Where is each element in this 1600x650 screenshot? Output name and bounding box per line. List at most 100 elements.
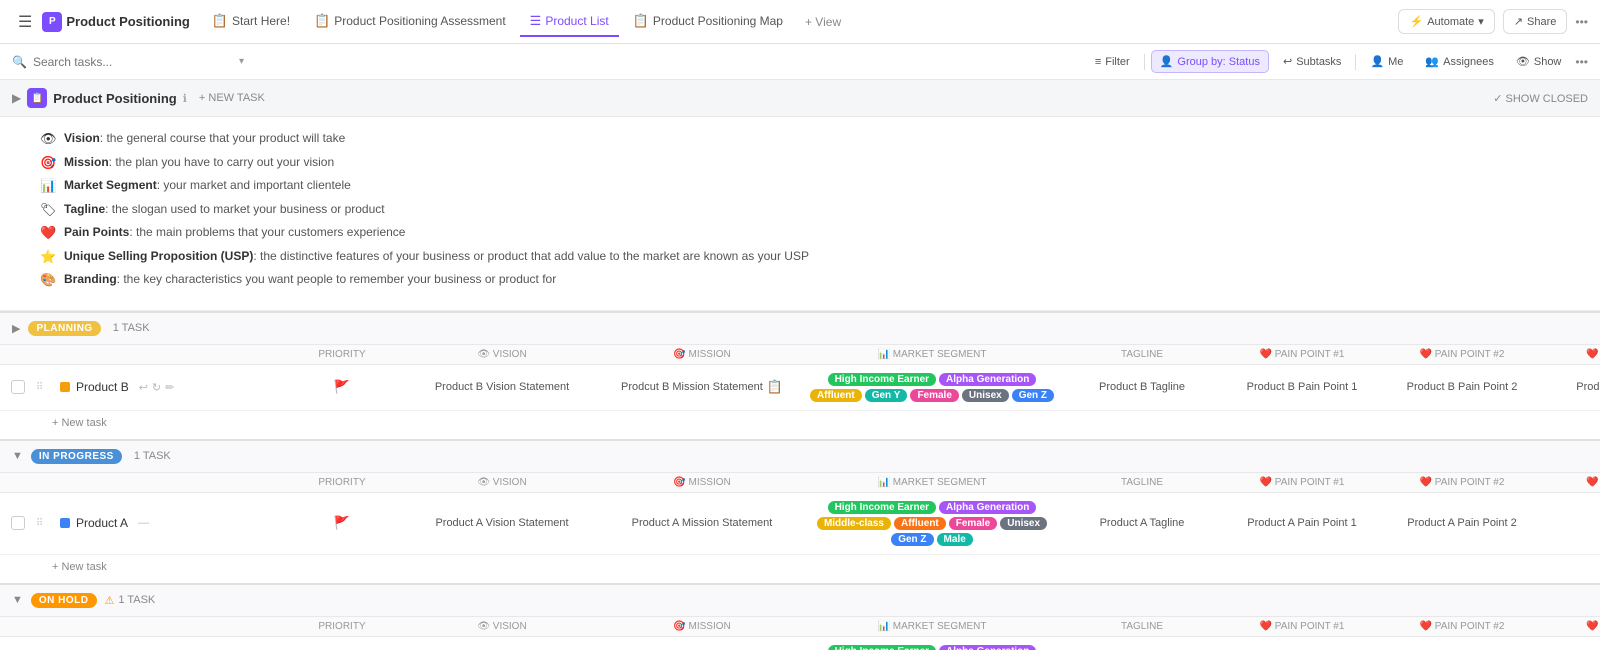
planning-task-count: 1 TASK [113,322,150,334]
subtasks-icon: ↩ [1283,55,1292,68]
task-pain2: Product B Pain Point 2 [1382,381,1542,393]
task-priority: 🚩 [282,379,402,395]
group-icon: 👤 [1160,55,1174,68]
tag-gen-z: Gen Z [891,533,933,546]
more-options-icon[interactable]: ••• [1575,15,1588,29]
inprogress-new-task[interactable]: + New task [0,555,1600,583]
share-button[interactable]: ↗ Share [1503,9,1568,34]
copy-icon[interactable]: 📋 [767,379,783,395]
project-section-title: Product Positioning [53,91,177,106]
tag-high-income: High Income Earner [828,645,936,650]
inprogress-group-header[interactable]: ▼ IN PROGRESS 1 TASK [0,439,1600,473]
inprogress-badge: IN PROGRESS [31,449,122,464]
search-input[interactable] [33,55,233,69]
planning-col-headers: PRIORITY 👁 VISION 🎯 MISSION 📊 MARKET SEG… [0,345,1600,365]
planning-group-header[interactable]: ▶ PLANNING 1 TASK [0,311,1600,345]
planning-group: ▶ PLANNING 1 TASK PRIORITY 👁 VISION 🎯 MI… [0,311,1600,439]
vision-icon: 👁 [40,129,58,149]
project-collapse-icon[interactable]: ▶ [12,91,21,105]
show-button[interactable]: 👁 Show [1508,51,1570,72]
toolbar-divider [1144,54,1145,70]
subtasks-button[interactable]: ↩ Subtasks [1275,51,1349,72]
filter-icon: ≡ [1095,56,1101,68]
search-caret-icon[interactable]: ▾ [239,56,244,67]
new-task-button[interactable]: + NEW TASK [199,92,265,104]
mission-icon: 🎯 [40,153,58,173]
task-drag-handle[interactable]: ⠿ [36,518,52,529]
assignees-button[interactable]: 👥 Assignees [1417,51,1501,72]
task-subtask-icon[interactable]: ↩ [139,381,148,394]
tag-female: Female [910,389,958,402]
share-icon: ↗ [1514,15,1523,28]
desc-branding: 🎨 Branding: the key characteristics you … [40,270,1580,290]
task-tagline: Product B Tagline [1062,381,1222,393]
tag-unisex: Unisex [962,389,1009,402]
tag-gen-y: Gen Y [865,389,908,402]
project-info-icon[interactable]: ℹ [183,92,187,105]
project-icon: 📋 [27,88,47,108]
task-color-indicator [60,518,70,528]
market-icon: 📊 [40,176,58,196]
me-icon: 👤 [1370,55,1384,68]
nav-right-actions: ⚡ Automate ▾ ↗ Share ••• [1398,9,1588,34]
automate-button[interactable]: ⚡ Automate ▾ [1398,9,1494,34]
project-section-header: ▶ 📋 Product Positioning ℹ + NEW TASK ✓ S… [0,80,1600,117]
planning-collapse-icon[interactable]: ▶ [12,322,20,335]
tab-start-icon: 📋 [212,13,228,29]
task-reload-icon[interactable]: ↻ [152,381,161,394]
desc-market: 📊 Market Segment: your market and import… [40,176,1580,196]
add-view-button[interactable]: + View [797,9,849,35]
task-relation-icon[interactable]: — [138,517,149,529]
table-row: ⠿ Product A — 🚩 Product A Vision Stateme… [0,493,1600,555]
tab-positioning-map[interactable]: 📋 Product Positioning Map [623,7,793,37]
col-tagline-header: TAGLINE [1062,621,1222,632]
task-drag-handle[interactable]: ⠿ [36,382,52,393]
onhold-group-header[interactable]: ▼ ON HOLD ⚠ 1 TASK [0,583,1600,617]
col-pain3-header: ❤️ PAIN POINT [1542,349,1600,360]
desc-mission: 🎯 Mission: the plan you have to carry ou… [40,153,1580,173]
col-pain2-header: ❤️ PAIN POINT #2 [1382,621,1542,632]
priority-flag-icon: 🚩 [334,379,350,395]
task-actions: — [138,517,149,529]
col-tagline-header: TAGLINE [1062,477,1222,488]
tab-assessment-icon: 📋 [314,13,330,29]
show-closed-button[interactable]: ✓ SHOW CLOSED [1493,92,1588,105]
col-priority-header: PRIORITY [282,477,402,488]
hamburger-menu[interactable]: ☰ [12,8,38,36]
onhold-collapse-icon[interactable]: ▼ [12,594,23,606]
task-name: Product A [76,516,128,530]
table-row: ⠿ Product B ↩ ↻ ✏ 🚩 Product B Vision Sta… [0,365,1600,411]
main-content: ▶ 📋 Product Positioning ℹ + NEW TASK ✓ S… [0,80,1600,650]
tab-product-list[interactable]: ☰ Product List [520,7,619,37]
tab-start-here[interactable]: 📋 Start Here! [202,7,300,37]
me-button[interactable]: 👤 Me [1362,51,1411,72]
desc-tagline: 🏷 Tagline: the slogan used to market you… [40,200,1580,220]
onhold-col-headers: PRIORITY 👁 VISION 🎯 MISSION 📊 MARKET SEG… [0,617,1600,637]
tag-affluent: Affluent [894,517,946,530]
col-pain3-header: ❤️ PAIN POINT [1542,477,1600,488]
filter-button[interactable]: ≡ Filter [1087,52,1138,72]
planning-new-task[interactable]: + New task [0,411,1600,439]
more-toolbar-icon[interactable]: ••• [1575,55,1588,69]
assignees-icon: 👥 [1425,55,1439,68]
task-pain3: — [1542,517,1600,529]
col-pain1-header: ❤️ PAIN POINT #1 [1222,477,1382,488]
task-name-cell: Product A — [52,516,282,530]
col-market-header: 📊 MARKET SEGMENT [802,621,1062,632]
group-by-button[interactable]: 👤 Group by: Status [1151,50,1269,73]
col-market-header: 📊 MARKET SEGMENT [802,349,1062,360]
col-mission-header: 🎯 MISSION [602,477,802,488]
task-name: Product B [76,380,129,394]
task-checkbox[interactable] [11,516,25,530]
toolbar-divider-2 [1355,54,1356,70]
task-edit-icon[interactable]: ✏ [165,381,174,394]
inprogress-collapse-icon[interactable]: ▼ [12,450,23,462]
task-checkbox-container [0,516,36,530]
tab-assessment[interactable]: 📋 Product Positioning Assessment [304,7,516,37]
col-tagline-header: TAGLINE [1062,349,1222,360]
task-market-segments: High Income Earner Alpha Generation Affl… [802,371,1062,404]
task-checkbox[interactable] [11,380,25,394]
tag-gen-z: Gen Z [1012,389,1054,402]
task-pain2: Product A Pain Point 2 [1382,517,1542,529]
toolbar: 🔍 ▾ ≡ Filter 👤 Group by: Status ↩ Subtas… [0,44,1600,80]
